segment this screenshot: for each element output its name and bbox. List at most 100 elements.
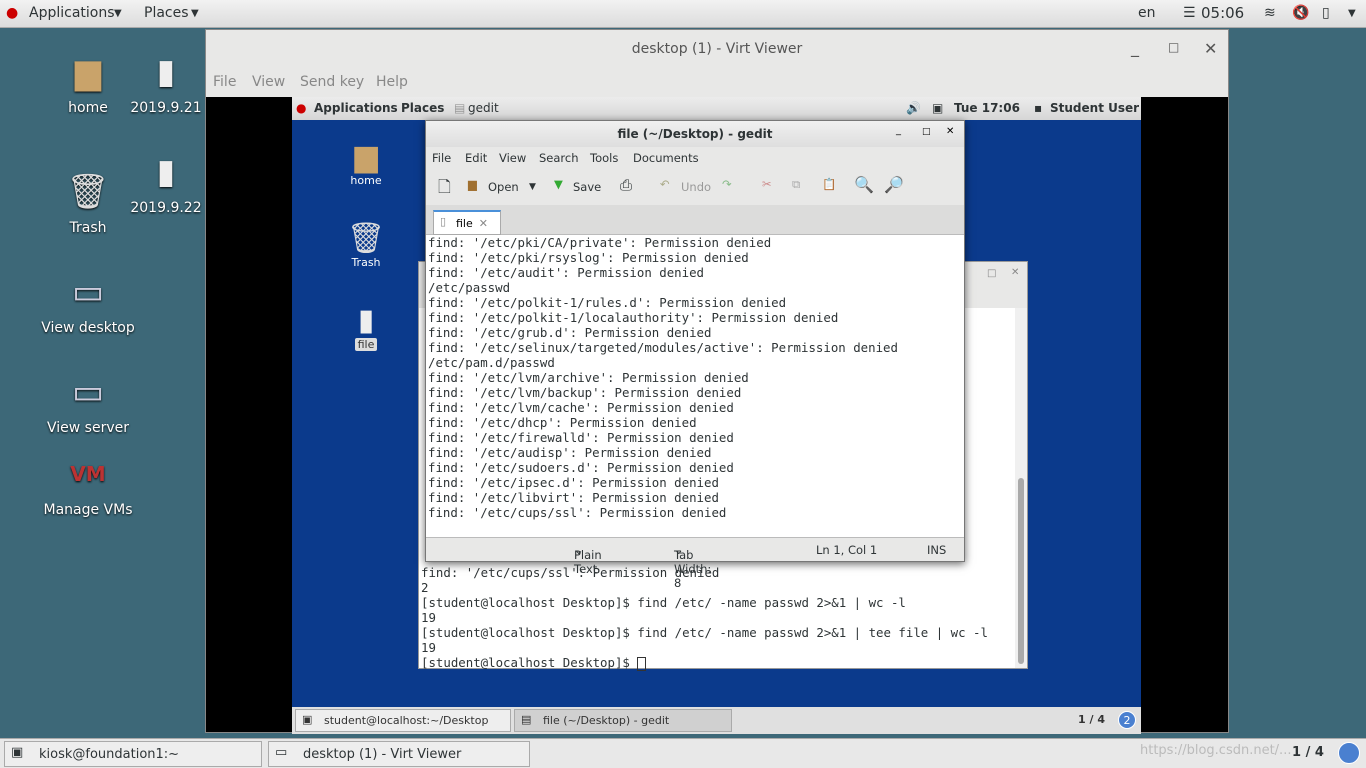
menu-documents[interactable]: Documents <box>633 151 699 165</box>
task-label: kiosk@foundation1:~ <box>39 747 180 762</box>
maximize-button[interactable]: □ <box>1168 40 1179 54</box>
guest-taskbar: ▣ student@localhost:~/Desktop ▤ file (~/De… <box>292 707 1141 734</box>
taskbar-item-terminal[interactable]: ▣ student@localhost:~/Desktop <box>295 709 511 732</box>
clock[interactable]: 05:06 <box>1201 4 1244 22</box>
menu-file[interactable]: File <box>432 151 451 165</box>
copy-icon[interactable]: ⧉ <box>792 177 800 192</box>
menu-edit[interactable]: Edit <box>465 151 487 165</box>
desktop-icon-view-desktop[interactable]: ▭ View desktop <box>38 270 138 336</box>
maximize-button[interactable]: □ <box>922 127 931 137</box>
taskbar-item-terminal[interactable]: ▣ kiosk@foundation1:~ <box>4 741 262 767</box>
volume-icon[interactable]: 🔊 <box>906 101 921 115</box>
workspace-indicator[interactable]: 1 / 4 <box>1078 713 1105 726</box>
close-button[interactable]: ✕ <box>1011 267 1019 278</box>
minimize-button[interactable]: _ <box>896 125 901 136</box>
desktop-icon-view-server[interactable]: ▭ View server <box>38 370 138 436</box>
search-replace-icon[interactable]: 🔎 <box>884 175 904 194</box>
icon-label: View server <box>47 420 129 436</box>
chevron-down-icon[interactable]: ▼ <box>1348 8 1356 19</box>
tab-width-select[interactable]: Tab Width: 8 ⌄ <box>674 543 711 590</box>
maximize-button[interactable]: □ <box>987 268 996 279</box>
redhat-icon: ● <box>6 5 19 21</box>
guest-clock[interactable]: Tue 17:06 <box>954 101 1020 115</box>
watermark: https://blog.csdn.net/... <box>1140 743 1292 758</box>
notification-icon[interactable] <box>1338 742 1360 764</box>
search-icon[interactable]: 🔍 <box>854 175 874 194</box>
save-button[interactable]: Save <box>573 180 601 194</box>
guest-app-menu[interactable]: gedit <box>468 101 499 115</box>
icon-label: View desktop <box>41 320 135 336</box>
text-line: find: '/etc/dhcp': Permission denied <box>428 415 697 430</box>
workspace-indicator[interactable]: 1 / 4 <box>1292 745 1324 760</box>
guest-display[interactable]: ● Applications Places ▤ gedit 🔊 ▣ Tue 17… <box>292 97 1141 734</box>
menu-file[interactable]: File <box>213 74 236 90</box>
volume-muted-icon[interactable]: 🔇 <box>1292 5 1309 21</box>
text-line: find: '/etc/firewalld': Permission denie… <box>428 430 734 445</box>
icon-label: 2019.9.22 <box>130 200 202 216</box>
guest-applications-menu[interactable]: Applications <box>314 101 398 115</box>
close-tab-icon[interactable]: ✕ <box>479 217 488 230</box>
close-button[interactable]: ✕ <box>1204 39 1217 58</box>
desktop-icon-file[interactable]: ▮ 2019.9.22 <box>116 150 216 216</box>
wifi-icon[interactable]: ≋ <box>1264 5 1276 21</box>
gedit-text-area[interactable]: find: '/etc/pki/CA/private': Permission … <box>428 235 898 520</box>
applications-menu[interactable]: Applications <box>29 5 115 21</box>
language-select[interactable]: Plain Text ⌄ <box>574 543 602 576</box>
vm-icon: VM <box>70 462 106 486</box>
text-line: find: '/etc/pki/CA/private': Permission … <box>428 235 772 250</box>
network-icon[interactable]: ▣ <box>932 101 943 115</box>
guest-icon-trash[interactable]: 🗑 Trash <box>336 221 396 269</box>
text-line: find: '/etc/libvirt': Permission denied <box>428 490 719 505</box>
close-button[interactable]: ✕ <box>946 126 954 137</box>
menu-view[interactable]: View <box>252 74 285 90</box>
cut-icon[interactable]: ✂ <box>762 177 772 191</box>
menu-tools[interactable]: Tools <box>590 151 618 165</box>
open-button[interactable]: Open <box>488 180 519 194</box>
scrollbar[interactable] <box>1015 308 1027 668</box>
desktop-icon-file[interactable]: ▮ 2019.9.21 <box>116 50 216 116</box>
monitor-icon: ▭ <box>275 745 288 760</box>
task-label: student@localhost:~/Desktop <box>324 714 489 727</box>
user-menu[interactable]: Student User <box>1050 101 1139 115</box>
print-icon[interactable]: ⎙ <box>620 176 632 194</box>
menu-view[interactable]: View <box>499 151 526 165</box>
file-icon: ▮ <box>156 152 176 192</box>
minimize-button[interactable]: _ <box>1131 38 1139 57</box>
icon-label: home <box>350 174 382 187</box>
new-document-icon[interactable]: 🗋 <box>438 176 451 203</box>
notification-badge[interactable]: 2 <box>1118 711 1136 729</box>
text-line: find: '/etc/sudoers.d': Permission denie… <box>428 460 734 475</box>
text-line: find: '/etc/lvm/backup': Permission deni… <box>428 385 742 400</box>
menu-help[interactable]: Help <box>376 74 408 90</box>
guest-icon-file[interactable]: ▮ file <box>336 303 396 351</box>
tab-file[interactable]: ▯ file ✕ <box>433 210 501 235</box>
file-icon: ▮ <box>357 303 375 338</box>
desktop-icon-manage-vms[interactable]: VM Manage VMs <box>38 452 138 518</box>
language-indicator[interactable]: en <box>1138 5 1156 21</box>
places-menu[interactable]: Places <box>144 5 189 21</box>
paste-icon[interactable]: 📋 <box>822 177 836 191</box>
redhat-icon: ● <box>296 101 307 115</box>
text-line: find: '/etc/ipsec.d': Permission denied <box>428 475 719 490</box>
text-line: find: '/etc/grub.d': Permission denied <box>428 325 712 340</box>
text-line: find: '/etc/audit': Permission denied <box>428 265 705 280</box>
text-line: find: '/etc/lvm/cache': Permission denie… <box>428 400 734 415</box>
redo-icon[interactable]: ↷ <box>722 177 732 191</box>
menu-bar: File View Send key Help <box>206 69 1228 97</box>
taskbar-item-virt-viewer[interactable]: ▭ desktop (1) - Virt Viewer <box>268 741 530 767</box>
chevron-down-icon[interactable]: ▼ <box>529 182 536 192</box>
menu-send-key[interactable]: Send key <box>300 74 364 90</box>
taskbar-item-gedit[interactable]: ▤ file (~/Desktop) - gedit <box>514 709 732 732</box>
terminal-line: 19 <box>421 640 436 655</box>
guest-places-menu[interactable]: Places <box>401 101 444 115</box>
file-icon: ▮ <box>156 52 176 92</box>
guest-icon-home[interactable]: ▆ home <box>336 139 396 187</box>
menu-search[interactable]: Search <box>539 151 579 165</box>
gedit-window[interactable]: file (~/Desktop) - gedit _ □ ✕ File Edit… <box>425 120 965 590</box>
tab-label: file <box>456 217 473 230</box>
terminal-line: 19 <box>421 610 436 625</box>
text-line: /etc/passwd <box>428 280 511 295</box>
chevron-down-icon: ▼ <box>191 8 199 19</box>
undo-button[interactable]: Undo <box>681 180 711 194</box>
battery-icon[interactable]: ▯ <box>1322 5 1330 21</box>
